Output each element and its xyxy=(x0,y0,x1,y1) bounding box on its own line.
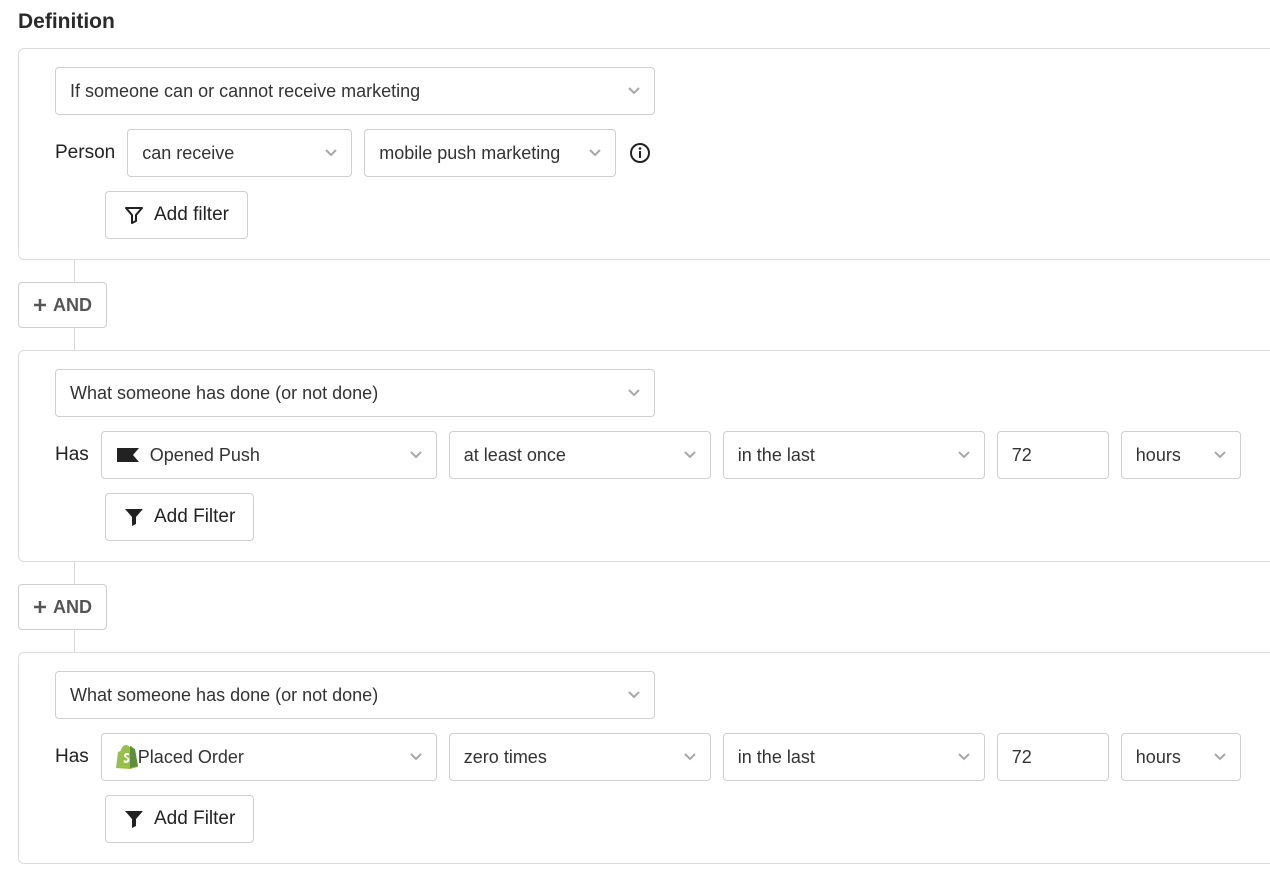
filter-solid-icon xyxy=(124,810,144,828)
range-label: in the last xyxy=(738,445,815,466)
value-input[interactable] xyxy=(997,431,1109,479)
event-select[interactable]: Placed Order xyxy=(101,733,437,781)
unit-label: hours xyxy=(1136,445,1181,466)
channel-label: mobile push marketing xyxy=(379,143,560,164)
condition-block-placed-order: What someone has done (or not done) Has … xyxy=(18,652,1270,864)
connector-line xyxy=(74,630,75,652)
add-filter-button[interactable]: Add filter xyxy=(105,191,248,239)
frequency-select[interactable]: zero times xyxy=(449,733,711,781)
chevron-down-icon xyxy=(610,87,640,95)
chevron-down-icon xyxy=(610,389,640,397)
chevron-down-icon xyxy=(392,451,422,459)
unit-select[interactable]: hours xyxy=(1121,431,1241,479)
verb-label: can receive xyxy=(142,143,234,164)
filter-icon xyxy=(124,205,144,225)
chevron-down-icon xyxy=(940,753,970,761)
chevron-down-icon xyxy=(392,753,422,761)
subject-label: Has xyxy=(55,746,89,768)
filter-solid-icon xyxy=(124,508,144,526)
info-icon[interactable] xyxy=(628,141,652,165)
condition-block-marketing: If someone can or cannot receive marketi… xyxy=(18,48,1270,260)
chevron-down-icon xyxy=(610,691,640,699)
value-input[interactable] xyxy=(997,733,1109,781)
subject-label: Person xyxy=(55,142,115,164)
add-filter-label: Add Filter xyxy=(154,506,235,528)
unit-label: hours xyxy=(1136,747,1181,768)
and-label: AND xyxy=(53,295,92,316)
add-filter-button[interactable]: Add Filter xyxy=(105,493,254,541)
condition-type-select[interactable]: What someone has done (or not done) xyxy=(55,671,655,719)
and-connector-button[interactable]: AND xyxy=(18,584,107,630)
condition-type-label: What someone has done (or not done) xyxy=(70,685,378,706)
add-filter-label: Add filter xyxy=(154,204,229,226)
connector-line xyxy=(74,562,75,584)
chevron-down-icon xyxy=(666,451,696,459)
chevron-down-icon xyxy=(1196,753,1226,761)
and-label: AND xyxy=(53,597,92,618)
subject-label: Has xyxy=(55,444,89,466)
chevron-down-icon xyxy=(666,753,696,761)
unit-select[interactable]: hours xyxy=(1121,733,1241,781)
frequency-label: zero times xyxy=(464,747,547,768)
plus-icon xyxy=(33,600,47,614)
condition-type-label: If someone can or cannot receive marketi… xyxy=(70,81,420,102)
chevron-down-icon xyxy=(1196,451,1226,459)
flag-icon xyxy=(116,444,142,466)
add-filter-button[interactable]: Add Filter xyxy=(105,795,254,843)
and-connector-button[interactable]: AND xyxy=(18,282,107,328)
verb-select[interactable]: can receive xyxy=(127,129,352,177)
page-title: Definition xyxy=(18,10,1270,34)
event-label: Opened Push xyxy=(150,445,260,466)
range-select[interactable]: in the last xyxy=(723,733,985,781)
chevron-down-icon xyxy=(307,149,337,157)
connector-line xyxy=(74,260,75,282)
shopify-icon xyxy=(116,745,138,769)
frequency-select[interactable]: at least once xyxy=(449,431,711,479)
chevron-down-icon xyxy=(940,451,970,459)
range-label: in the last xyxy=(738,747,815,768)
connector-line xyxy=(74,328,75,350)
frequency-label: at least once xyxy=(464,445,566,466)
condition-block-opened-push: What someone has done (or not done) Has … xyxy=(18,350,1270,562)
condition-type-select[interactable]: What someone has done (or not done) xyxy=(55,369,655,417)
condition-type-select[interactable]: If someone can or cannot receive marketi… xyxy=(55,67,655,115)
range-select[interactable]: in the last xyxy=(723,431,985,479)
event-label: Placed Order xyxy=(138,747,244,768)
add-filter-label: Add Filter xyxy=(154,808,235,830)
condition-type-label: What someone has done (or not done) xyxy=(70,383,378,404)
event-select[interactable]: Opened Push xyxy=(101,431,437,479)
chevron-down-icon xyxy=(571,149,601,157)
channel-select[interactable]: mobile push marketing xyxy=(364,129,616,177)
plus-icon xyxy=(33,298,47,312)
